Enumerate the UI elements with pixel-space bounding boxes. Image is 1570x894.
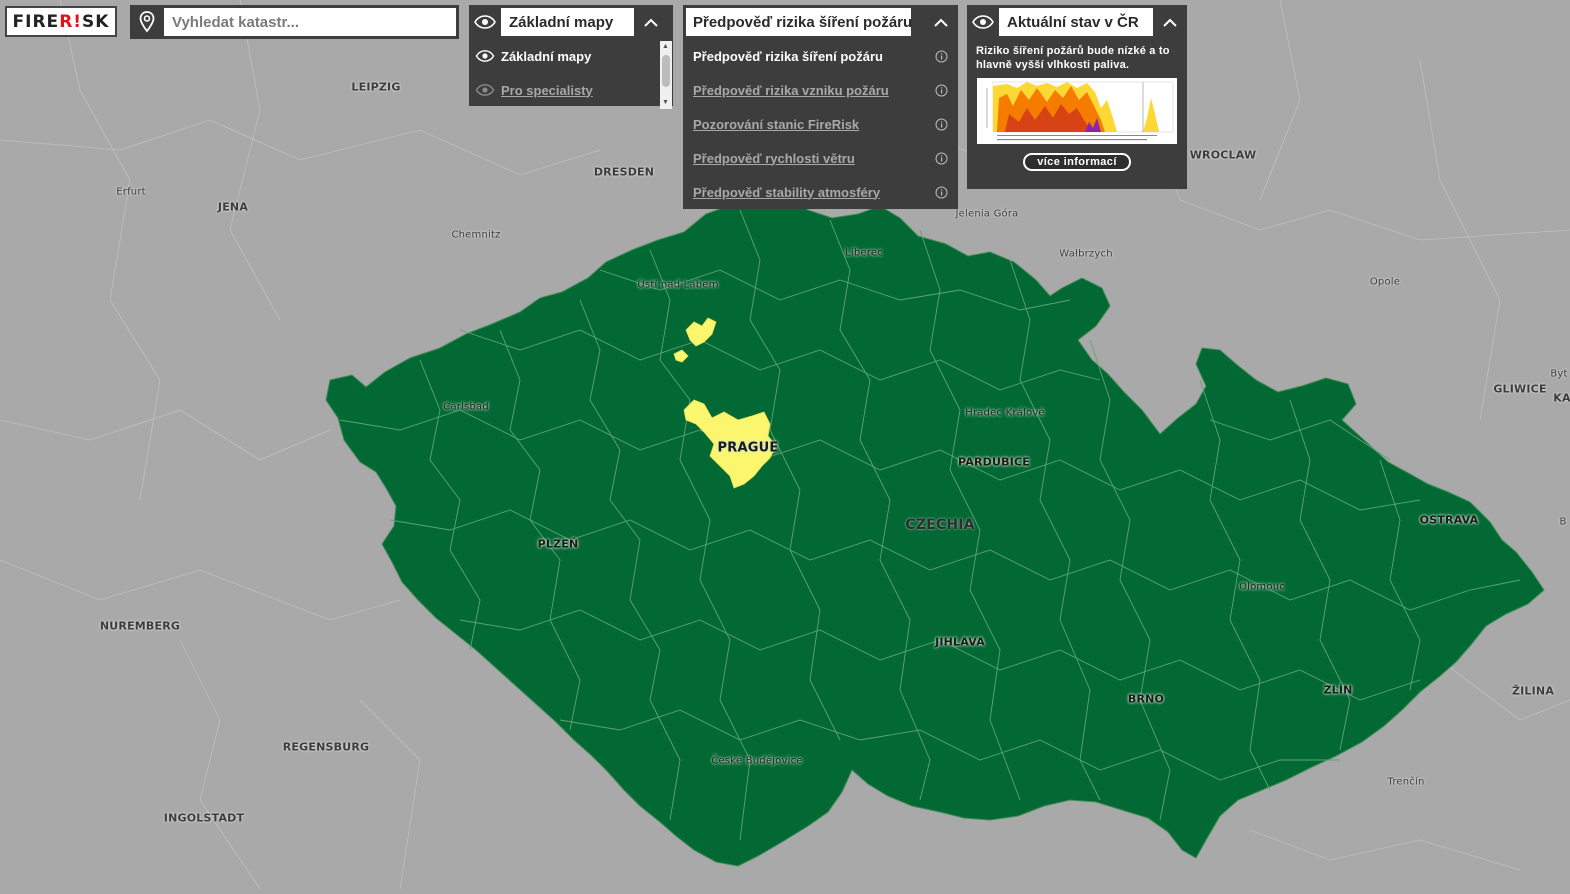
basemap-item-label: Pro specialisty [501, 82, 593, 98]
layer-item-label: Pozorování stanic FireRisk [693, 116, 860, 132]
scrollbar-thumb[interactable] [662, 55, 670, 87]
logo-text-fire: FIRE [12, 11, 60, 32]
map-label-nuremberg: NUREMBERG [99, 619, 181, 633]
map-label-pardubice: PARDUBICE [958, 455, 1030, 469]
layer-item-atmo-stability[interactable]: Předpověď stability atmosféry [683, 175, 958, 209]
map-label-ceske-budejovice: České Budějovice [711, 755, 803, 767]
map-label-olomouc: Olomouc [1239, 581, 1285, 593]
status-description: Riziko šíření požárů bude nízké a to hla… [976, 45, 1170, 71]
map-label-usti-nad-labem: Ústí nad Labem [637, 279, 719, 291]
map-label-jena: JENA [217, 200, 249, 214]
chevron-up-icon[interactable] [1153, 5, 1187, 39]
logo-text-sk: SK [82, 11, 110, 32]
map-label-regensburg: REGENSBURG [282, 740, 370, 754]
map-label-liberec: Liberec [845, 247, 883, 259]
map-label-chemnitz: Chemnitz [451, 229, 501, 241]
layers-panel-header: Předpověď rizika šíření požáru [683, 5, 958, 39]
status-panel-header: Aktuální stav v ČR [967, 5, 1187, 39]
map-label-wroclaw: WROCLAW [1189, 148, 1257, 162]
info-icon[interactable] [924, 118, 958, 131]
layer-item-stations[interactable]: Pozorování stanic FireRisk [683, 107, 958, 141]
layer-item-label: Předpověď rychlosti větru [693, 150, 855, 166]
more-info-button[interactable]: více informací [1023, 153, 1131, 171]
map-label-dresden: DRESDEN [593, 165, 655, 179]
search-bar [130, 5, 459, 39]
layers-title[interactable]: Předpověď rizika šíření požáru [686, 8, 912, 36]
map-label-leipzig: LEIPZIG [351, 80, 401, 94]
info-icon[interactable] [924, 50, 958, 63]
layer-item-label: Předpověď rizika šíření požáru [693, 48, 883, 64]
eye-icon[interactable] [469, 5, 501, 39]
basemap-item-label: Základní mapy [501, 48, 592, 64]
map-label-hradec-kralove: Hradec Králové [965, 407, 1045, 419]
basemaps-panel-header: Základní mapy [469, 5, 673, 39]
logo-text-mark: R! [59, 11, 83, 32]
map-label-trencin: Trenčín [1387, 776, 1425, 788]
chevron-up-icon[interactable] [924, 5, 958, 39]
basemaps-title[interactable]: Základní mapy [501, 8, 634, 36]
map-label-czechia: CZECHIA [905, 517, 975, 533]
map-label-ostrava: OSTRAVA [1419, 513, 1479, 527]
layer-item-ignition-risk[interactable]: Předpověď rizika vzniku požáru [683, 73, 958, 107]
status-chart-graphic [977, 81, 1174, 141]
info-icon[interactable] [924, 152, 958, 165]
eye-icon[interactable] [967, 5, 999, 39]
layer-item-wind-speed[interactable]: Předpověď rychlosti větru [683, 141, 958, 175]
layer-item-label: Předpověď stability atmosféry [693, 184, 881, 200]
eye-icon [469, 84, 501, 96]
map-label-jihlava: JIHLAVA [935, 635, 985, 649]
map-label-zilina: ŽILINA [1511, 684, 1555, 698]
eye-icon [469, 50, 501, 62]
chevron-up-icon[interactable] [634, 5, 668, 39]
status-title[interactable]: Aktuální stav v ČR [999, 8, 1153, 36]
map-label-ingolstadt: INGOLSTADT [163, 811, 245, 825]
map-label-jelenia-gora: Jelenia Góra [955, 208, 1019, 220]
firerisk-logo[interactable]: FIRE R! SK [5, 6, 117, 37]
layer-item-label: Předpověď rizika vzniku požáru [693, 82, 889, 98]
search-input[interactable] [164, 8, 456, 36]
layer-item-spread-risk[interactable]: Předpověď rizika šíření požáru [683, 39, 958, 73]
map-label-b: B [1559, 516, 1567, 528]
map-label-carlsbad: Carlsbad [443, 401, 489, 413]
map-label-erfurt: Erfurt [116, 186, 146, 198]
map-label-walbrzych: Wałbrzych [1059, 248, 1113, 260]
scroll-up-icon[interactable]: ▲ [662, 43, 669, 51]
map-label-gliwice: GLIWICE [1493, 382, 1547, 396]
status-chart-thumbnail[interactable] [977, 78, 1177, 144]
map-label-prague: PRAGUE [717, 440, 779, 456]
map-label-ka: KA [1553, 391, 1570, 405]
map-label-opole: Opole [1369, 276, 1401, 288]
map-label-byt: Byt [1550, 368, 1568, 380]
info-icon[interactable] [924, 186, 958, 199]
map-label-plzen: PLZEŇ [537, 537, 579, 551]
layers-panel: Předpověď rizika šíření požáru Předpověď… [683, 5, 958, 209]
basemaps-scrollbar[interactable]: ▲ ▼ [660, 41, 672, 109]
status-panel: Aktuální stav v ČR Riziko šíření požárů … [967, 5, 1187, 189]
info-icon[interactable] [924, 84, 958, 97]
scroll-down-icon[interactable]: ▼ [662, 99, 669, 107]
map-label-brno: BRNO [1127, 692, 1165, 706]
basemap-item-zakladni[interactable]: Základní mapy [469, 39, 673, 73]
location-pin-icon[interactable] [130, 5, 164, 39]
basemaps-panel: Základní mapy Základní mapy Pro speciali… [469, 5, 673, 109]
basemap-item-specialists[interactable]: Pro specialisty [469, 73, 673, 107]
map-label-zlin: ZLÍN [1323, 683, 1353, 697]
